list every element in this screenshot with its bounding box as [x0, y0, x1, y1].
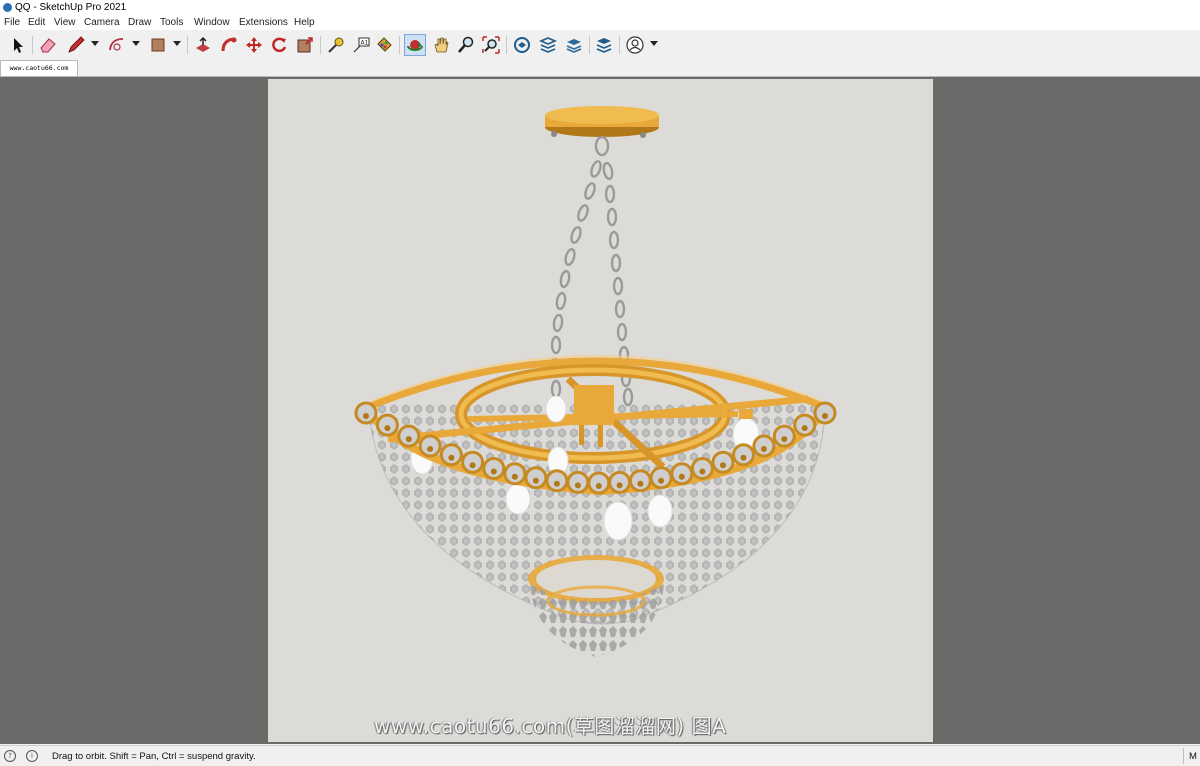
canopy-screw	[640, 132, 646, 138]
scene-tab[interactable]: www.caotu66.com	[0, 60, 78, 76]
menu-draw[interactable]: Draw	[128, 17, 151, 28]
rim-bead-center	[699, 468, 706, 475]
select-icon[interactable]	[8, 35, 28, 55]
rim-bead-center	[532, 477, 539, 484]
extension-warehouse-icon[interactable]	[538, 35, 558, 55]
rim-bead-center	[720, 462, 726, 469]
tape-measure-icon[interactable]	[326, 35, 346, 55]
viewport[interactable]	[0, 77, 1200, 744]
text-icon[interactable]: A1	[351, 35, 371, 55]
geolocation-icon[interactable]: ?	[4, 750, 16, 762]
rim-bead-center	[553, 480, 560, 487]
rim-bead-center	[448, 454, 455, 461]
toolbar-separator	[589, 36, 590, 54]
rim-bead-center	[405, 436, 412, 443]
menu-tools[interactable]: Tools	[160, 17, 183, 28]
rectangle-icon[interactable]	[148, 35, 168, 55]
menu-bar: File Edit View Camera Draw Tools Window …	[0, 16, 1200, 30]
layout-icon[interactable]	[564, 35, 584, 55]
zoom-extents-icon[interactable]	[481, 35, 501, 55]
watermark-text: www.caotu66.com(草图溜溜网) 图A	[374, 714, 727, 738]
rim-bead-center	[678, 473, 685, 480]
rim-bead-center	[469, 462, 476, 469]
menu-help[interactable]: Help	[294, 17, 315, 28]
follow-me-icon[interactable]	[219, 35, 239, 55]
eraser-icon[interactable]	[38, 35, 58, 55]
pencil-dropdown-icon[interactable]	[91, 41, 99, 46]
status-separator	[1183, 748, 1184, 764]
canopy-screw	[551, 131, 557, 137]
rim-bead-center	[658, 477, 665, 484]
chandelier-model	[354, 106, 837, 657]
rim-bead-center	[637, 480, 644, 487]
info-icon[interactable]: i	[26, 750, 38, 762]
zoom-icon[interactable]	[456, 35, 476, 55]
measurements-label: M	[1189, 751, 1197, 762]
rim-bead-center	[760, 446, 767, 452]
scene-tab-strip: www.caotu66.com	[0, 60, 1200, 77]
rim-bead-center	[384, 425, 391, 432]
menu-camera[interactable]: Camera	[84, 17, 120, 28]
toolbar-separator	[506, 36, 507, 54]
extension-manager-icon[interactable]	[594, 35, 614, 55]
rim-bead-center	[490, 468, 497, 475]
rim-bead-center	[511, 473, 518, 480]
rim-bead-center	[363, 413, 369, 419]
rim-bead-center	[574, 482, 581, 489]
canopy-top	[545, 106, 659, 124]
pan-icon[interactable]	[431, 35, 451, 55]
menu-edit[interactable]: Edit	[28, 17, 45, 28]
status-message: Drag to orbit. Shift = Pan, Ctrl = suspe…	[52, 751, 256, 762]
pencil-icon[interactable]	[66, 35, 86, 55]
toolbar-separator	[399, 36, 400, 54]
model-render[interactable]	[268, 79, 933, 742]
account-icon[interactable]	[625, 35, 645, 55]
rim-bead-center	[801, 425, 808, 432]
account-dropdown-icon[interactable]	[650, 41, 658, 46]
title-bar: QQ - SketchUp Pro 2021	[0, 0, 1200, 16]
rim-bead-center	[822, 413, 828, 419]
3d-warehouse-icon[interactable]	[512, 35, 532, 55]
rim-bead-center	[616, 482, 623, 489]
svg-text:A1: A1	[361, 40, 369, 47]
menu-file[interactable]: File	[4, 17, 20, 28]
push-pull-icon[interactable]	[193, 35, 213, 55]
toolbar-separator	[32, 36, 33, 54]
orbit-icon[interactable]	[404, 34, 426, 56]
rim-bead-center	[427, 446, 434, 452]
window-title: QQ - SketchUp Pro 2021	[15, 2, 127, 13]
paint-bucket-icon[interactable]	[374, 35, 394, 55]
toolbar-separator	[187, 36, 188, 54]
sketchup-app-icon	[3, 3, 12, 12]
toolbar: A1	[0, 30, 1200, 61]
rectangle-dropdown-icon[interactable]	[173, 41, 181, 46]
arc-icon[interactable]	[107, 35, 127, 55]
menu-view[interactable]: View	[54, 17, 76, 28]
rim-bead-center	[781, 436, 788, 443]
toolbar-separator	[320, 36, 321, 54]
move-icon[interactable]	[244, 35, 264, 55]
arc-dropdown-icon[interactable]	[132, 41, 140, 46]
menu-extensions[interactable]: Extensions	[239, 17, 288, 28]
rim-bead-center	[595, 483, 602, 489]
toolbar-separator	[619, 36, 620, 54]
menu-window[interactable]: Window	[194, 17, 230, 28]
rotate-icon[interactable]	[269, 35, 289, 55]
status-bar: ? i Drag to orbit. Shift = Pan, Ctrl = s…	[0, 745, 1200, 766]
scale-icon[interactable]	[295, 35, 315, 55]
rim-bead-center	[740, 454, 747, 461]
